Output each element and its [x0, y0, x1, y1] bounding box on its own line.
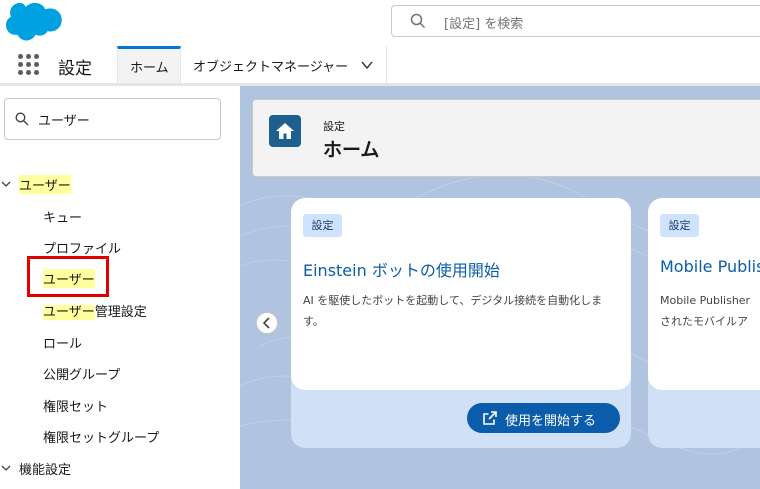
quick-find-value: ユーザー [38, 114, 90, 129]
app-name: 設定 [58, 59, 92, 79]
card-mobile-publisher[interactable]: 設定 Mobile Publis Mobile Publisherされたモバイル… [648, 198, 760, 448]
global-header: [設定] を検索 [0, 0, 760, 46]
tree-item-rest: 管理設定 [94, 305, 147, 320]
app-launcher-icon[interactable] [18, 54, 40, 76]
card-badge: 設定 [660, 214, 699, 237]
search-icon [15, 112, 29, 126]
card-description: AI を駆使したボットを起動して、デジタル接続を自動化します。 [303, 294, 603, 328]
chevron-down-icon[interactable] [1, 463, 11, 473]
tab-object-manager-label: オブジェクトマネージャー [193, 60, 349, 75]
tab-object-manager[interactable]: オブジェクトマネージャー [181, 46, 387, 83]
tab-home-label: ホーム [130, 61, 169, 76]
global-search-input[interactable]: [設定] を検索 [391, 5, 760, 37]
tab-home[interactable]: ホーム [117, 46, 181, 83]
annotation-highlight-box [27, 256, 109, 297]
chevron-down-icon[interactable] [360, 58, 374, 72]
external-link-icon [483, 411, 497, 425]
tree-item-user-management-settings[interactable]: ユーザー管理設定 [43, 301, 147, 320]
card-title[interactable]: Mobile Publis [660, 257, 760, 276]
card-body: 設定 Mobile Publis Mobile Publisherされたモバイル… [648, 198, 760, 390]
get-started-button[interactable]: 使用を開始する [467, 403, 620, 433]
get-started-label: 使用を開始する [505, 414, 597, 429]
setup-home-main: 設定 ホーム 設定 Einstein ボットの使用開始 AI を駆使したボットを… [240, 86, 760, 489]
tree-item-roles[interactable]: ロール [43, 333, 82, 352]
card-title[interactable]: Einstein ボットの使用開始 [303, 257, 500, 281]
card-body: 設定 Einstein ボットの使用開始 AI を駆使したボットを起動して、デジ… [291, 198, 631, 390]
tree-item-highlight: ユーザー [43, 305, 95, 320]
tree-item-permission-set-groups[interactable]: 権限セットグループ [43, 427, 159, 446]
carousel-prev-button[interactable] [256, 312, 278, 334]
page-kicker: 設定 [323, 120, 345, 133]
quick-find-input[interactable]: ユーザー [4, 98, 221, 140]
chevron-down-icon[interactable] [1, 179, 11, 189]
card-description: Mobile Publisherされたモバイルア [660, 294, 751, 328]
tree-item-profiles[interactable]: プロファイル [43, 238, 121, 257]
app-nav-bar: 設定 ホーム オブジェクトマネージャー [0, 46, 760, 86]
card-einstein-bots[interactable]: 設定 Einstein ボットの使用開始 AI を駆使したボットを起動して、デジ… [291, 198, 631, 448]
chevron-left-icon [262, 317, 270, 329]
page-title: ホーム [323, 139, 380, 161]
search-icon [410, 13, 426, 29]
tree-item-permission-sets[interactable]: 権限セット [43, 396, 108, 415]
setup-sidebar: ユーザー ユーザー キュー プロファイル ユーザー ユーザー管理設定 ロール 公… [0, 86, 240, 489]
tree-item-queues[interactable]: キュー [43, 207, 82, 226]
tree-node-feature-settings[interactable]: 機能設定 [19, 459, 71, 478]
global-search-placeholder: [設定] を検索 [444, 17, 524, 32]
tree-item-public-groups[interactable]: 公開グループ [43, 364, 120, 383]
page-header: 設定 ホーム [252, 99, 760, 177]
salesforce-logo[interactable] [6, 2, 64, 44]
tree-node-users-section[interactable]: ユーザー [19, 175, 71, 194]
card-badge: 設定 [303, 214, 342, 237]
home-icon [269, 115, 301, 147]
